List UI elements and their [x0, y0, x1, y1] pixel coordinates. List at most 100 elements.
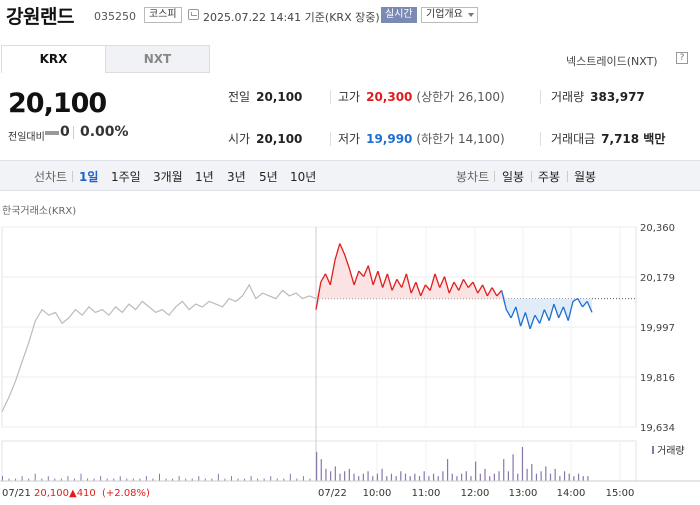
y-tick-label: 20,179: [640, 273, 675, 284]
period-3y[interactable]: 3년: [227, 168, 246, 185]
volume-bar: [479, 473, 481, 481]
volume-bar: [409, 476, 411, 481]
stat-value: 383,977: [590, 90, 645, 104]
volume-bar: [353, 473, 355, 481]
stat-label: 거래량: [551, 90, 585, 104]
volume-bar: [217, 473, 219, 481]
volume-bar: [526, 468, 528, 481]
period-bar: 선차트 1일 1주일 3개월 1년 3년 5년 10년 봉차트 일봉 주봉 월봉: [0, 160, 700, 191]
volume-legend-icon: [652, 446, 654, 454]
y-tick-label: 19,816: [640, 373, 675, 384]
tab-krx[interactable]: KRX: [1, 45, 106, 73]
y-tick-label: 20,360: [640, 223, 675, 234]
volume-bar: [559, 476, 561, 481]
volume-bar: [484, 468, 486, 481]
x-tick-label: 14:00: [557, 488, 586, 499]
volume-bar: [554, 468, 556, 481]
realtime-button[interactable]: 실시간: [381, 7, 417, 23]
price-chart[interactable]: 20,360 20,179 19,997 19,816 19,634 10:00 11:00…: [0, 215, 700, 505]
volume-bar: [119, 476, 121, 481]
period-5y[interactable]: 5년: [259, 168, 278, 185]
x-tick-label: 12:00: [461, 488, 490, 499]
x-tick-label: 15:00: [606, 488, 635, 499]
stat-limit: (하한가 14,100): [416, 132, 505, 146]
volume-bar: [437, 476, 439, 481]
nxt-link[interactable]: 넥스트레이드(NXT): [566, 53, 658, 69]
volume-bar: [423, 471, 425, 481]
stat-label: 저가: [338, 132, 361, 146]
divider: [531, 171, 532, 182]
period-1y[interactable]: 1년: [195, 168, 214, 185]
divider: [330, 90, 331, 104]
volume-bar: [540, 471, 542, 481]
volume-bar: [34, 473, 36, 481]
volume-bar: [489, 476, 491, 481]
volume-bar: [404, 473, 407, 481]
stat-value: 19,990: [366, 132, 413, 146]
divider: [330, 132, 331, 146]
prev-change-pct-label: (+2.08%): [102, 488, 150, 499]
volume-bar: [376, 473, 379, 481]
volume-bar: [531, 464, 533, 481]
stat-high: 고가 20,300 (상한가 26,100): [338, 88, 505, 105]
stock-title: 강원랜드: [6, 6, 74, 28]
volume-bar: [470, 476, 472, 481]
candle-daily[interactable]: 일봉: [502, 168, 524, 185]
stat-label: 시가: [228, 132, 251, 146]
company-overview-button[interactable]: 기업개요: [421, 7, 478, 23]
volume-bar: [428, 476, 430, 481]
volume-bar: [503, 459, 505, 481]
stat-value: 20,100: [256, 90, 303, 104]
today-date-label: 07/22: [318, 488, 347, 499]
divider: [567, 171, 568, 182]
volume-bar: [587, 476, 589, 481]
header: 강원랜드 035250 코스피 2025.07.22 14:41 기준(KRX …: [0, 0, 700, 32]
tab-nxt[interactable]: NXT: [105, 45, 210, 73]
prev-close-label: 20,100: [34, 488, 69, 499]
stat-value: 20,300: [366, 90, 413, 104]
period-3m[interactable]: 3개월: [153, 168, 183, 185]
stat-label: 고가: [338, 90, 361, 104]
area-up: [316, 243, 592, 299]
divider: [540, 90, 541, 104]
volume-bar: [545, 466, 547, 481]
help-icon[interactable]: ?: [676, 52, 688, 64]
flat-icon: [45, 131, 59, 135]
volume-bar: [390, 473, 393, 481]
volume-bar: [456, 476, 458, 481]
market-badge: 코스피: [144, 7, 182, 23]
volume-bar: [372, 476, 374, 481]
candle-monthly[interactable]: 월봉: [574, 168, 596, 185]
series-line-prev-day: [1, 283, 317, 412]
stat-label: 거래대금: [551, 132, 596, 146]
stock-code: 035250: [94, 10, 136, 23]
volume-bar: [432, 473, 435, 481]
volume-bar: [230, 476, 232, 481]
volume-bar: [582, 476, 584, 481]
volume-bar: [498, 471, 500, 481]
stat-volume: 거래량 383,977: [551, 88, 645, 105]
x-tick-label: 10:00: [363, 488, 392, 499]
volume-bar: [507, 471, 509, 481]
period-1d[interactable]: 1일: [79, 168, 98, 185]
volume-bar: [2, 476, 3, 481]
volume-bar: [568, 473, 570, 481]
stat-label: 전일: [228, 90, 251, 104]
period-1w[interactable]: 1주일: [111, 168, 141, 185]
period-10y[interactable]: 10년: [290, 168, 316, 185]
volume-bar: [330, 471, 332, 481]
volume-bar: [358, 476, 360, 481]
candle-weekly[interactable]: 주봉: [538, 168, 560, 185]
volume-bar: [334, 466, 336, 481]
volume-bar: [21, 476, 23, 481]
volume-bar: [339, 473, 341, 481]
volume-bar: [80, 473, 82, 481]
stat-low: 저가 19,990 (하한가 14,100): [338, 130, 505, 147]
volume-bar: [475, 461, 477, 481]
stat-amount: 거래대금 7,718 백만: [551, 130, 665, 147]
volume-bar: [302, 476, 304, 481]
timestamp: 2025.07.22 14:41 기준(KRX 장중): [203, 11, 380, 24]
volume-bar: [325, 468, 327, 481]
candle-chart-label: 봉차트: [456, 170, 490, 184]
stat-prev-close: 전일 20,100: [228, 88, 302, 105]
